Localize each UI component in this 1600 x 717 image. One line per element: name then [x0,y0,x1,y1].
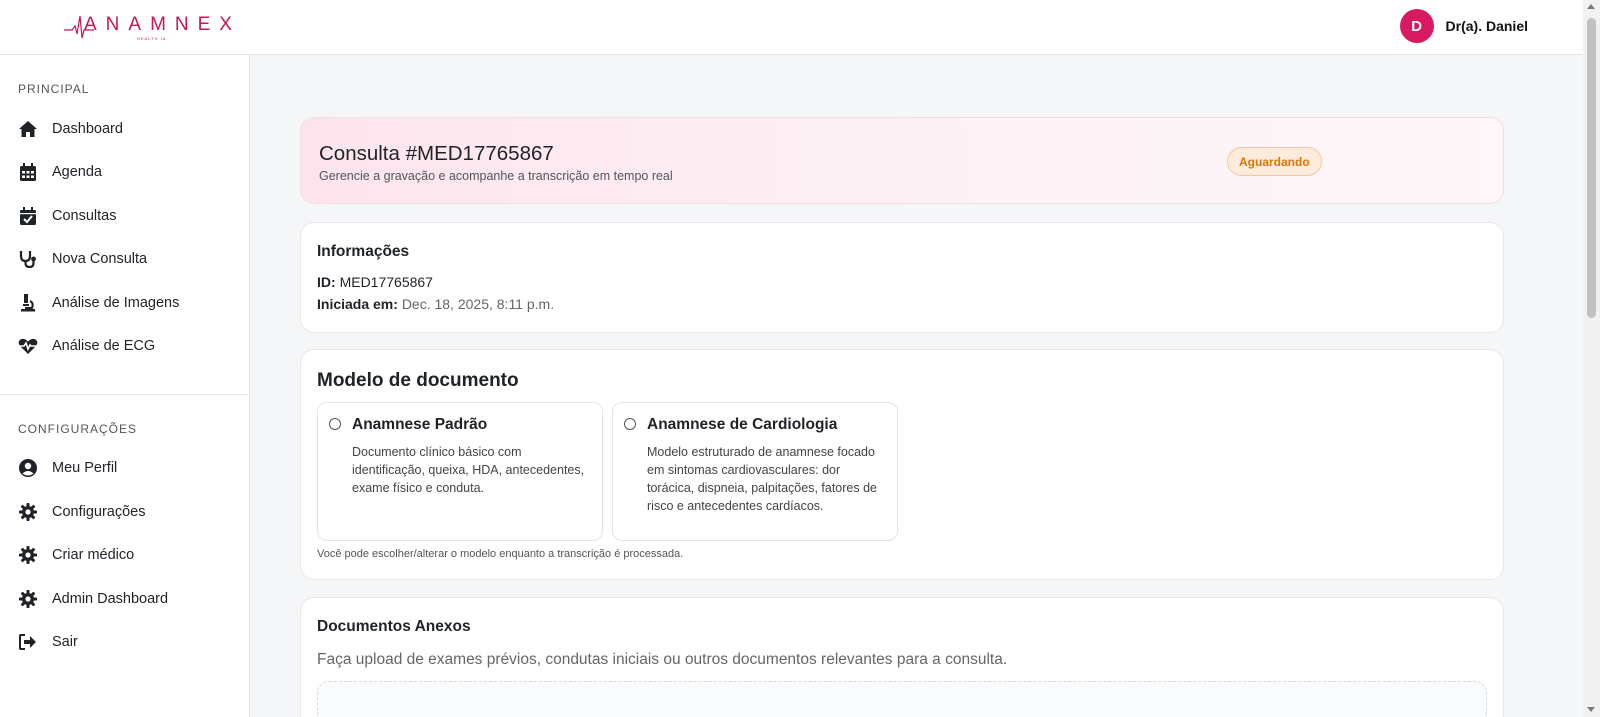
sidebar-item-label: Nova Consulta [52,251,148,267]
sidebar-item-label: Admin Dashboard [52,591,169,607]
attachments-subtitle: Faça upload de exames prévios, condutas … [317,651,1008,668]
sidebar-item-label: Criar médico [52,547,135,563]
sidebar-item-meu-perfil[interactable]: Meu Perfil [18,454,238,482]
model-option-anamnese-cardiologia[interactable]: Anamnese de Cardiologia Modelo estrutura… [612,402,898,541]
sidebar: PRINCIPAL Dashboard Agenda Consultas Nov… [0,55,250,717]
scroll-down-arrow-icon[interactable] [1587,707,1595,712]
sidebar-divider [0,394,250,395]
attachments-card: Documentos Anexos Faça upload de exames … [300,597,1504,717]
sidebar-item-dashboard[interactable]: Dashboard [18,115,238,143]
model-radio-cardiologia[interactable] [624,418,636,430]
consulta-header-card: Consulta #MED17765867 Gerencie a gravaçã… [300,117,1504,204]
gear-icon [18,545,38,565]
upload-dropzone[interactable] [317,681,1487,717]
info-id-row: ID: MED17765867 [317,274,433,290]
sidebar-item-admin-dashboard[interactable]: Admin Dashboard [18,585,238,613]
gear-icon [18,502,38,522]
section-title-principal: PRINCIPAL [18,82,90,96]
sign-out-icon [18,632,38,652]
model-radio-padrao[interactable] [329,418,341,430]
heart-pulse-icon [18,336,38,356]
logo-text: ANAMNEX [84,14,241,35]
calendar-icon [18,162,38,182]
model-hint: Você pode escolher/alterar o modelo enqu… [317,548,684,560]
status-badge: Aguardando [1227,147,1322,176]
info-started-value: Dec. 18, 2025, 8:11 p.m. [401,296,555,312]
scroll-thumb[interactable] [1587,18,1596,318]
info-id-label: ID: [317,274,336,290]
sidebar-item-analise-imagens[interactable]: Análise de Imagens [18,289,238,317]
info-started-label: Iniciada em: [317,296,398,312]
sidebar-item-label: Configurações [52,504,146,520]
model-option-description: Documento clínico básico com identificaç… [352,445,585,495]
anamnex-logo[interactable]: ANAMNEX HEALTH IA [64,12,234,44]
page-subtitle: Gerencie a gravação e acompanhe a transc… [319,169,673,183]
gear-icon [18,589,38,609]
user-circle-icon [18,458,38,478]
calendar-check-icon [18,206,38,226]
model-option-title: Anamnese Padrão [352,416,488,433]
sidebar-item-consultas[interactable]: Consultas [18,202,238,230]
info-id-value: MED17765867 [339,274,433,290]
sidebar-item-analise-ecg[interactable]: Análise de ECG [18,332,238,360]
sidebar-item-configuracoes[interactable]: Configurações [18,498,238,526]
logo-subtext: HEALTH IA [137,36,167,41]
section-title-configuracoes: CONFIGURAÇÕES [18,422,138,436]
sidebar-item-sair[interactable]: Sair [18,628,238,656]
home-icon [18,119,38,139]
sidebar-item-agenda[interactable]: Agenda [18,158,238,186]
model-option-anamnese-padrao[interactable]: Anamnese Padrão Documento clínico básico… [317,402,603,541]
sidebar-item-criar-medico[interactable]: Criar médico [18,541,238,569]
sidebar-item-label: Agenda [52,164,102,180]
page-title: Consulta #MED17765867 [319,142,554,165]
model-heading: Modelo de documento [317,370,519,391]
scroll-up-arrow-icon[interactable] [1587,4,1595,9]
model-option-description: Modelo estruturado de anamnese focado em… [647,445,877,513]
sidebar-item-label: Consultas [52,208,117,224]
info-heading: Informações [317,243,410,260]
attachments-heading: Documentos Anexos [317,618,471,635]
sidebar-item-label: Análise de Imagens [52,295,180,311]
avatar[interactable]: D [1399,9,1434,43]
sidebar-item-label: Análise de ECG [52,338,156,354]
sidebar-item-label: Sair [52,634,78,650]
top-bar: ANAMNEX HEALTH IA D Dr(a). Daniel [0,0,1583,55]
user-menu[interactable]: D Dr(a). Daniel [1399,8,1528,44]
sidebar-item-label: Dashboard [52,121,123,137]
document-model-card: Modelo de documento Anamnese Padrão Docu… [300,349,1504,580]
sidebar-item-nova-consulta[interactable]: Nova Consulta [18,245,238,273]
info-started-row: Iniciada em: Dec. 18, 2025, 8:11 p.m. [317,296,554,312]
model-option-title: Anamnese de Cardiologia [647,416,838,433]
microscope-icon [18,293,38,313]
stethoscope-icon [18,249,38,269]
sidebar-item-label: Meu Perfil [52,460,118,476]
user-name[interactable]: Dr(a). Daniel [1446,18,1528,34]
page-scrollbar[interactable] [1583,0,1600,717]
info-card: Informações ID: MED17765867 Iniciada em:… [300,222,1504,333]
